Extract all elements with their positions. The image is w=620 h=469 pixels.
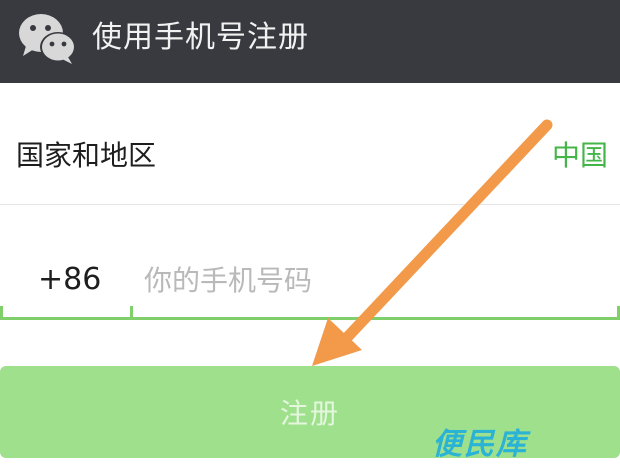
input-underline [0, 317, 620, 320]
phone-number-row: +86 [0, 206, 620, 322]
watermark: 便民库 [432, 427, 528, 462]
title-bar: 使用手机号注册 [0, 0, 620, 83]
phone-number-input[interactable] [144, 256, 604, 304]
country-region-value[interactable]: 中国 [552, 139, 608, 173]
country-code[interactable]: +86 [38, 262, 101, 298]
country-region-row[interactable]: 国家和地区 中国 [0, 83, 620, 205]
country-region-label: 国家和地区 [16, 139, 157, 172]
wechat-logo-icon [19, 14, 76, 64]
register-screen: 使用手机号注册 国家和地区 中国 +86 注册 便民库 [0, 0, 620, 469]
page-title: 使用手机号注册 [92, 20, 309, 55]
